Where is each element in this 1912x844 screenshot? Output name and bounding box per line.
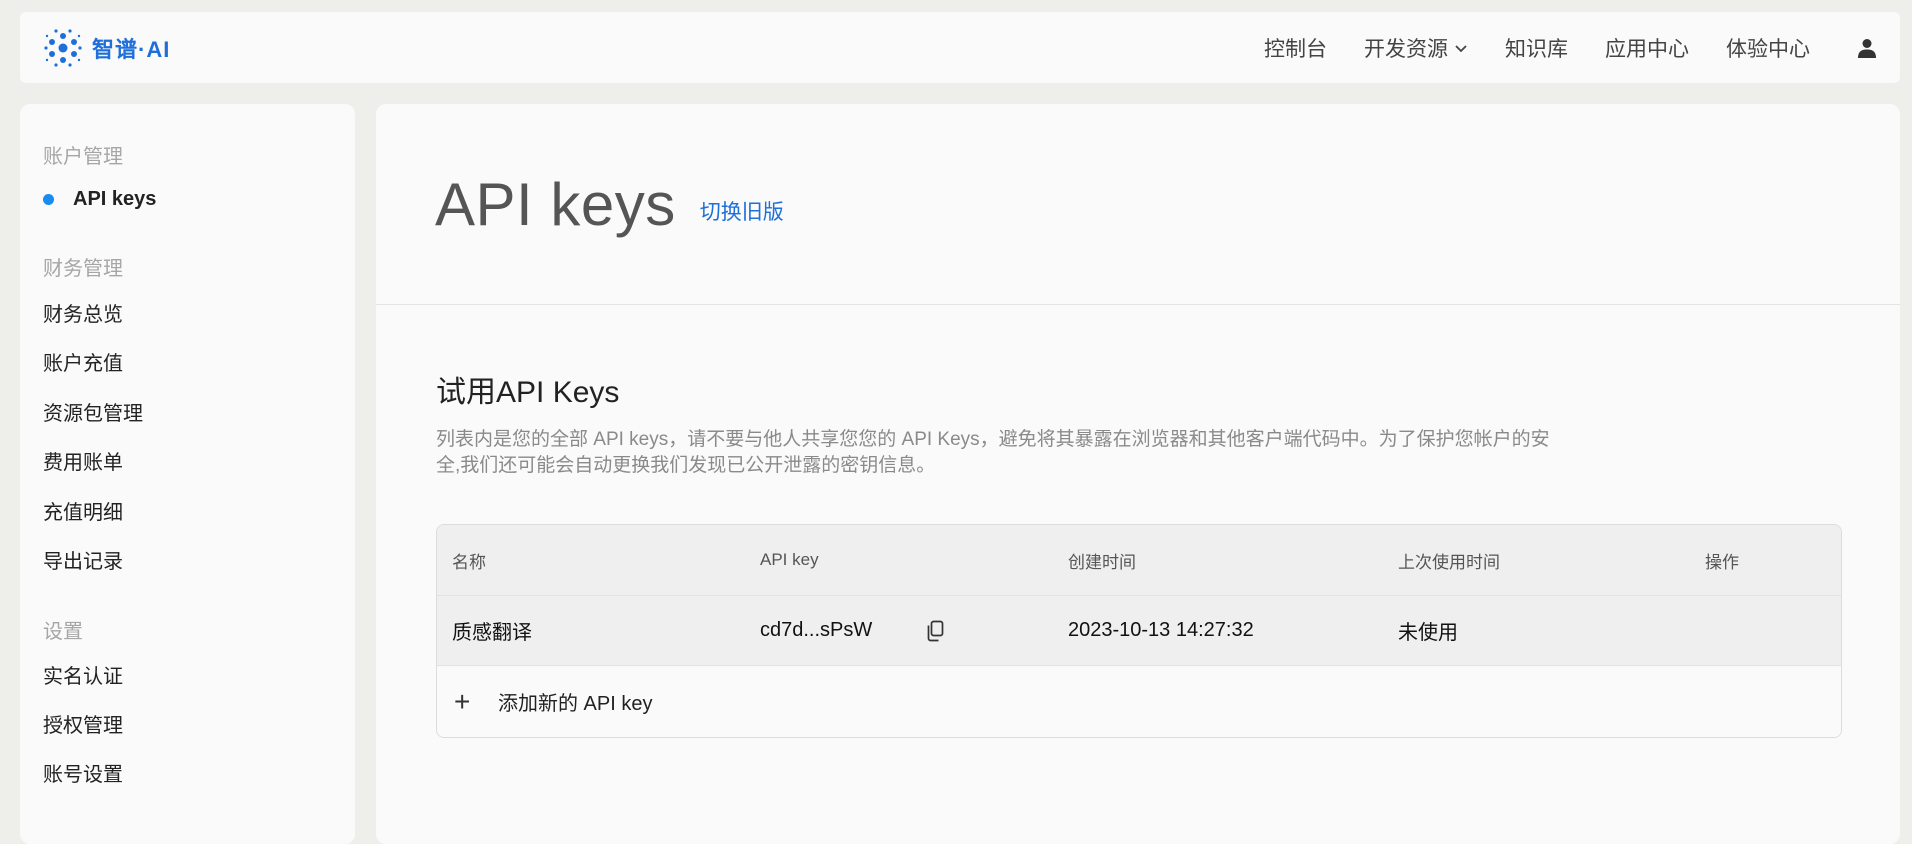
top-navbar: 智谱·AI 控制台 开发资源 知识库 应用中心 体验中心 <box>20 12 1900 83</box>
page-header: API keys 切换旧版 <box>376 104 1900 305</box>
nav-knowledge-base-label: 知识库 <box>1505 37 1568 61</box>
sidebar-group-finance: 财务管理 财务总览 账户充值 资源包管理 费用账单 充值明细 导出记录 <box>43 252 331 575</box>
add-api-key-button[interactable]: + 添加新的 API key <box>437 666 1841 737</box>
sidebar: 账户管理 API keys 财务管理 财务总览 账户充值 资源包管理 费用账单 … <box>20 104 355 844</box>
nav-experience-center-label: 体验中心 <box>1726 37 1810 61</box>
switch-old-version-link[interactable]: 切换旧版 <box>700 196 784 226</box>
sidebar-item-label: 账户充值 <box>43 353 123 375</box>
sidebar-item-label: 费用账单 <box>43 452 123 474</box>
sidebar-item-recharge[interactable]: 账户充值 <box>43 351 331 377</box>
sidebar-group-title: 账户管理 <box>43 146 123 168</box>
column-header-name: 名称 <box>452 552 486 572</box>
api-key-cell: cd7d...sPsW <box>745 619 1053 642</box>
column-header-created: 创建时间 <box>1068 552 1136 572</box>
add-api-key-label: 添加新的 API key <box>498 693 653 715</box>
brand[interactable]: 智谱·AI <box>42 27 170 69</box>
sidebar-item-label: 账号设置 <box>43 764 123 786</box>
page-title: API keys <box>435 170 676 238</box>
nav-app-center[interactable]: 应用中心 <box>1605 33 1689 63</box>
key-name-cell: 质感翻译 <box>452 622 532 644</box>
sidebar-item-label: 实名认证 <box>43 666 123 688</box>
table-row: 质感翻译 cd7d...sPsW 2023-10-13 14:27:32 未使用 <box>437 596 1841 666</box>
sidebar-item-billing[interactable]: 费用账单 <box>43 450 331 476</box>
table-header-row: 名称 API key 创建时间 上次使用时间 操作 <box>437 525 1841 596</box>
sidebar-item-recharge-details[interactable]: 充值明细 <box>43 500 331 526</box>
nav-links: 控制台 开发资源 知识库 应用中心 体验中心 <box>1264 33 1878 63</box>
main-panel: API keys 切换旧版 试用API Keys 列表内是您的全部 API ke… <box>376 104 1900 844</box>
sidebar-item-authorization[interactable]: 授权管理 <box>43 713 331 739</box>
sidebar-item-label: 资源包管理 <box>43 402 143 425</box>
nav-dev-resources[interactable]: 开发资源 <box>1364 33 1468 63</box>
sidebar-group-title: 财务管理 <box>43 258 123 280</box>
column-header-last-used: 上次使用时间 <box>1398 552 1500 572</box>
sidebar-group-title: 设置 <box>43 621 83 643</box>
plus-icon: + <box>454 685 471 717</box>
chevron-down-icon <box>1455 44 1467 52</box>
sidebar-item-label: API keys <box>73 188 157 210</box>
section-title: 试用API Keys <box>436 376 620 409</box>
nav-knowledge-base[interactable]: 知识库 <box>1505 33 1568 63</box>
user-icon[interactable] <box>1856 37 1878 59</box>
sidebar-item-finance-overview[interactable]: 财务总览 <box>43 302 331 328</box>
section-description: 列表内是您的全部 API keys，请不要与他人共享您您的 API Keys，避… <box>436 429 1550 476</box>
nav-console-label: 控制台 <box>1264 37 1327 61</box>
sidebar-item-label: 充值明细 <box>43 501 123 524</box>
sidebar-group-settings: 设置 实名认证 授权管理 账号设置 <box>43 615 331 788</box>
column-header-api-key: API key <box>760 550 819 569</box>
sidebar-item-api-keys[interactable]: API keys <box>43 186 331 212</box>
sidebar-item-label: 授权管理 <box>43 715 123 737</box>
api-keys-section: 试用API Keys 列表内是您的全部 API keys，请不要与他人共享您您的… <box>376 305 1900 738</box>
api-key-value: cd7d...sPsW <box>760 619 873 641</box>
copy-icon[interactable] <box>925 620 945 642</box>
api-keys-table: 名称 API key 创建时间 上次使用时间 操作 质感翻译 cd7d...sP… <box>436 524 1842 738</box>
sidebar-item-export-records[interactable]: 导出记录 <box>43 549 331 575</box>
last-used-cell: 未使用 <box>1398 622 1458 644</box>
nav-console[interactable]: 控制台 <box>1264 33 1327 63</box>
brand-name: 智谱·AI <box>92 36 171 62</box>
sidebar-item-label: 财务总览 <box>43 303 123 326</box>
sidebar-item-label: 导出记录 <box>43 551 123 573</box>
sidebar-item-resource-packs[interactable]: 资源包管理 <box>43 401 331 427</box>
created-time-cell: 2023-10-13 14:27:32 <box>1068 619 1254 641</box>
sidebar-item-verification[interactable]: 实名认证 <box>43 664 331 690</box>
zhipu-logo-icon <box>44 28 82 67</box>
sidebar-item-account-settings[interactable]: 账号设置 <box>43 762 331 788</box>
column-header-actions: 操作 <box>1705 552 1739 572</box>
active-dot-icon <box>43 194 54 205</box>
nav-dev-resources-label: 开发资源 <box>1364 37 1448 61</box>
sidebar-group-account: 账户管理 API keys <box>43 140 331 212</box>
nav-app-center-label: 应用中心 <box>1605 37 1689 61</box>
nav-experience-center[interactable]: 体验中心 <box>1726 33 1810 63</box>
